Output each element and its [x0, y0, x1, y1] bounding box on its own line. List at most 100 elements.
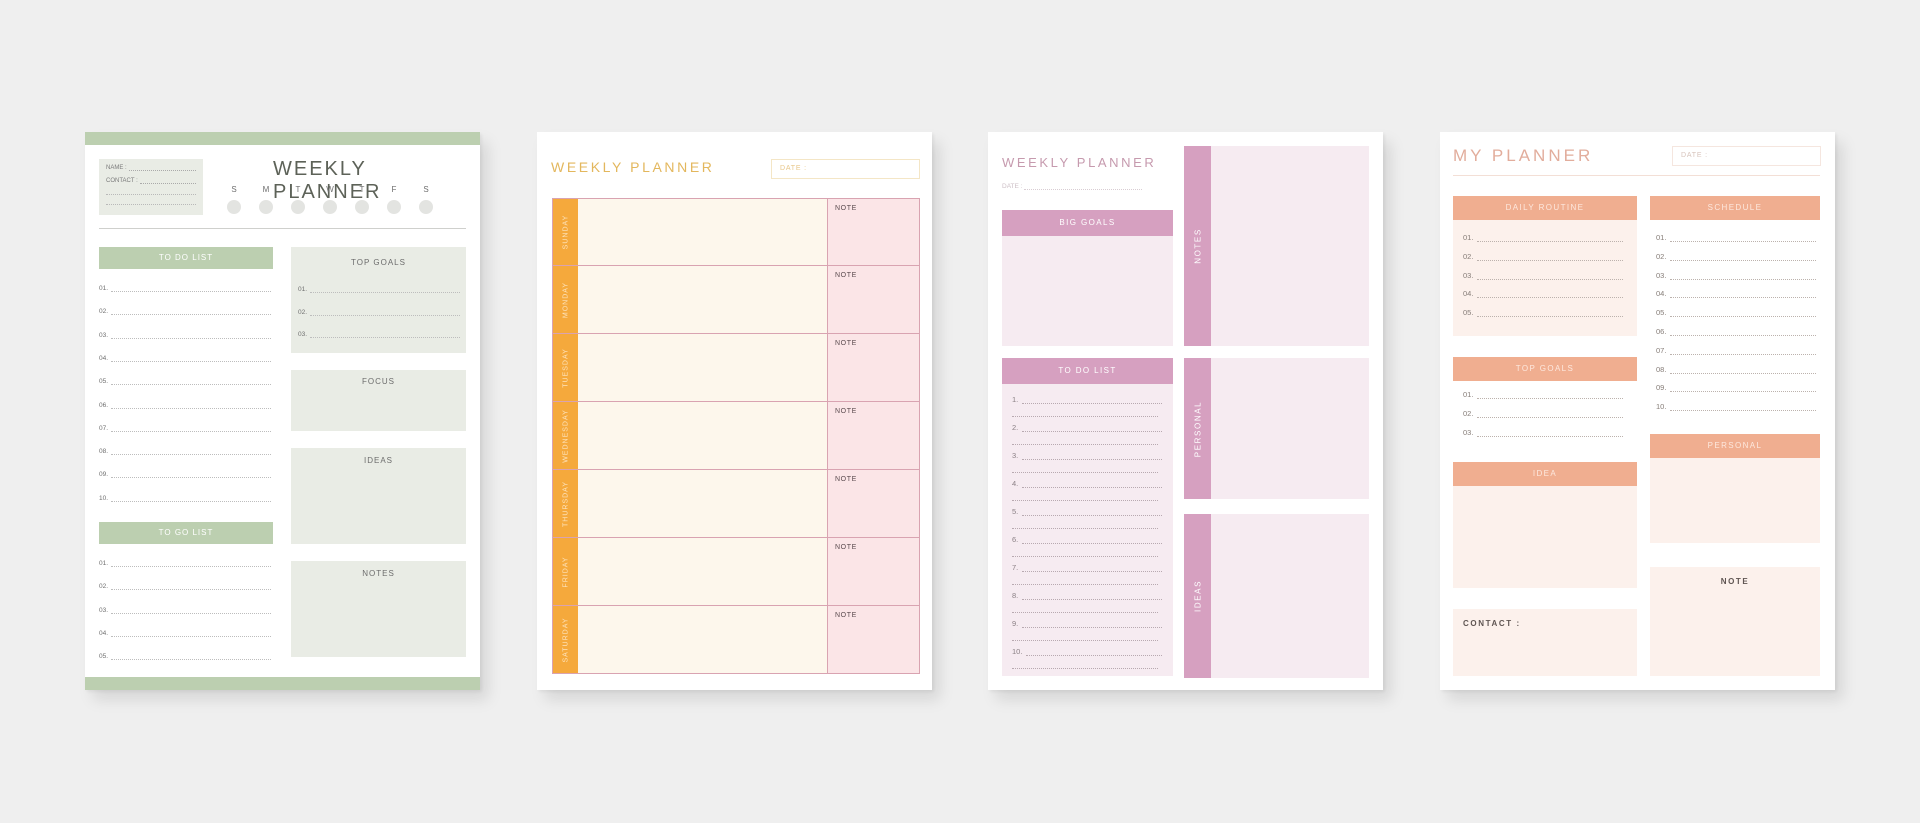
- pink-weekly-planner-page: WEEKLY PLANNER DATE : BIG GOALS TO DO LI…: [988, 132, 1383, 690]
- weekday-checkbox[interactable]: [355, 200, 369, 214]
- daily-routine-item[interactable]: 02.: [1463, 251, 1623, 261]
- day-plan-area[interactable]: [578, 402, 828, 469]
- todo-item[interactable]: 9.: [1012, 618, 1162, 641]
- ideas-box[interactable]: IDEAS: [291, 448, 466, 544]
- top-goal-item[interactable]: 01.: [298, 281, 460, 293]
- top-goal-item[interactable]: 03.: [1463, 427, 1623, 437]
- note-box[interactable]: NOTE: [1650, 567, 1820, 676]
- divider: [1453, 175, 1820, 176]
- todo-item[interactable]: 5.: [1012, 506, 1162, 529]
- todo-item[interactable]: 05.: [99, 373, 271, 386]
- schedule-item[interactable]: 08.: [1656, 364, 1816, 374]
- day-plan-area[interactable]: [578, 199, 828, 265]
- todo-item[interactable]: 3.: [1012, 450, 1162, 473]
- todo-item[interactable]: 06.: [99, 397, 271, 409]
- todo-item[interactable]: 6.: [1012, 534, 1162, 557]
- page-title: WEEKLY PLANNER: [551, 159, 715, 175]
- togo-item[interactable]: 03.: [99, 602, 271, 614]
- schedule-item[interactable]: 05.: [1656, 307, 1816, 318]
- day-note-area[interactable]: NOTE: [828, 199, 919, 265]
- top-goal-item[interactable]: 02.: [1463, 408, 1623, 418]
- note-title: NOTE: [1720, 577, 1750, 586]
- focus-box[interactable]: FOCUS: [291, 370, 466, 431]
- notes-box[interactable]: [1184, 146, 1369, 346]
- todo-item[interactable]: 08.: [99, 443, 271, 456]
- schedule-item[interactable]: 09.: [1656, 382, 1816, 393]
- day-plan-area[interactable]: [578, 266, 828, 333]
- notes-box[interactable]: NOTES: [291, 561, 466, 657]
- daily-routine-item[interactable]: 01.: [1463, 232, 1623, 242]
- day-plan-area[interactable]: [578, 606, 828, 673]
- notes-tab: NOTES: [1184, 146, 1211, 346]
- togo-item[interactable]: 04.: [99, 625, 271, 637]
- todo-item[interactable]: 10.: [99, 490, 271, 502]
- schedule-item[interactable]: 10.: [1656, 401, 1816, 412]
- todo-item[interactable]: 2.: [1012, 422, 1162, 445]
- todo-item[interactable]: 04.: [99, 350, 271, 362]
- weekday-label: F: [391, 185, 397, 194]
- weekday-checkbox[interactable]: [259, 200, 273, 214]
- ideas-box[interactable]: [1184, 514, 1369, 678]
- togo-list-header: TO GO LIST: [99, 522, 273, 544]
- contact-box[interactable]: CONTACT :: [1453, 609, 1637, 676]
- contact-field[interactable]: CONTACT :: [106, 178, 196, 184]
- schedule-item[interactable]: 03.: [1656, 270, 1816, 280]
- togo-item[interactable]: 01.: [99, 555, 271, 567]
- day-note-area[interactable]: NOTE: [828, 334, 919, 401]
- todo-item[interactable]: 02.: [99, 303, 271, 316]
- schedule-item[interactable]: 07.: [1656, 345, 1816, 355]
- togo-item[interactable]: 05.: [99, 648, 271, 661]
- name-field[interactable]: NAME :: [106, 165, 196, 171]
- day-note-area[interactable]: NOTE: [828, 402, 919, 469]
- idea-section[interactable]: IDEA: [1453, 462, 1637, 588]
- todo-list: 1. 2. 3. 4. 5. 6. 7. 8. 9. 10.: [1002, 384, 1173, 676]
- personal-box[interactable]: [1184, 358, 1369, 499]
- weekday-checkbox[interactable]: [227, 200, 241, 214]
- daily-routine-item[interactable]: 05.: [1463, 307, 1623, 318]
- date-field[interactable]: DATE :: [1672, 146, 1821, 166]
- top-color-band: [85, 132, 480, 145]
- contact-label: CONTACT :: [1463, 619, 1521, 628]
- personal-section[interactable]: PERSONAL: [1650, 434, 1820, 543]
- top-goal-item[interactable]: 02.: [298, 304, 460, 316]
- togo-item[interactable]: 02.: [99, 578, 271, 591]
- day-plan-area[interactable]: [578, 334, 828, 401]
- day-plan-area[interactable]: [578, 470, 828, 537]
- todo-item[interactable]: 8.: [1012, 590, 1162, 613]
- weekday-checkbox[interactable]: [387, 200, 401, 214]
- day-label-tab: TUESDAY: [553, 334, 578, 401]
- day-label-tab: SUNDAY: [553, 199, 578, 265]
- day-plan-area[interactable]: [578, 538, 828, 605]
- weekday-checkbox[interactable]: [291, 200, 305, 214]
- day-note-area[interactable]: NOTE: [828, 538, 919, 605]
- weekday-label: S: [231, 185, 237, 194]
- todo-item[interactable]: 4.: [1012, 478, 1162, 501]
- todo-item[interactable]: 10.: [1012, 646, 1162, 669]
- schedule-item[interactable]: 06.: [1656, 326, 1816, 336]
- ideas-title: IDEAS: [363, 456, 393, 465]
- big-goals-section[interactable]: BIG GOALS: [1002, 210, 1173, 346]
- todo-item[interactable]: 03.: [99, 327, 271, 339]
- todo-item[interactable]: 09.: [99, 466, 271, 479]
- daily-routine-section: DAILY ROUTINE 01. 02. 03. 04. 05.: [1453, 196, 1637, 336]
- daily-routine-item[interactable]: 04.: [1463, 288, 1623, 299]
- schedule-item[interactable]: 04.: [1656, 288, 1816, 299]
- top-goal-item[interactable]: 03.: [298, 326, 460, 338]
- top-goal-item[interactable]: 01.: [1463, 389, 1623, 399]
- schedule-item[interactable]: 01.: [1656, 232, 1816, 242]
- date-field[interactable]: DATE :: [771, 159, 920, 179]
- weekday-checkbox[interactable]: [323, 200, 337, 214]
- daily-routine-item[interactable]: 03.: [1463, 270, 1623, 280]
- day-note-area[interactable]: NOTE: [828, 266, 919, 333]
- todo-item[interactable]: 07.: [99, 420, 271, 432]
- todo-item[interactable]: 1.: [1012, 394, 1162, 417]
- day-note-area[interactable]: NOTE: [828, 470, 919, 537]
- date-field[interactable]: DATE :: [1002, 183, 1142, 190]
- day-note-area[interactable]: NOTE: [828, 606, 919, 673]
- ideas-tab: IDEAS: [1184, 514, 1211, 678]
- day-label-tab: WEDNESDAY: [553, 402, 578, 469]
- todo-item[interactable]: 7.: [1012, 562, 1162, 585]
- schedule-item[interactable]: 02.: [1656, 251, 1816, 261]
- todo-item[interactable]: 01.: [99, 280, 271, 292]
- weekday-checkbox[interactable]: [419, 200, 433, 214]
